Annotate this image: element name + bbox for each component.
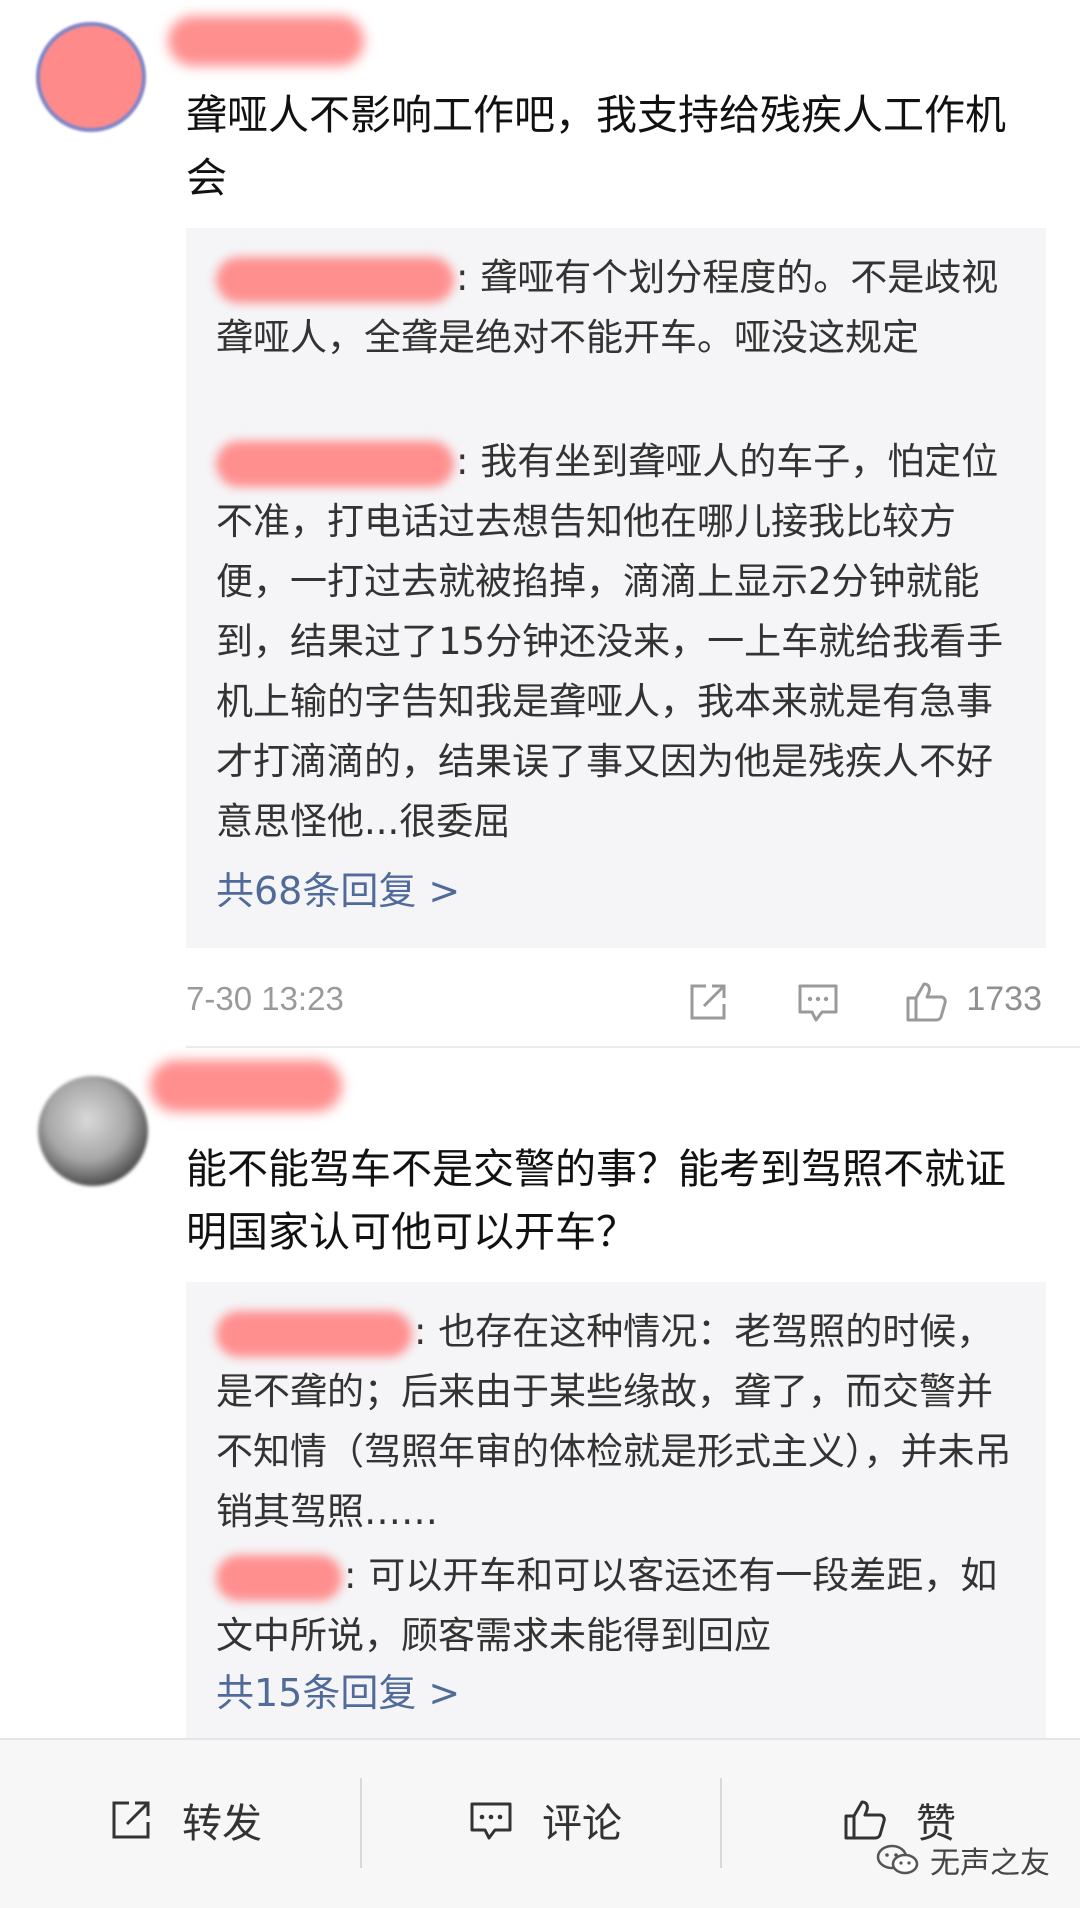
reply-item[interactable]: : 可以开车和可以客运还有一段差距，如文中所说，顾客需求未能得到回应	[216, 1546, 1024, 1666]
wechat-icon	[876, 1844, 919, 1875]
thumbs-up-icon	[844, 1800, 886, 1840]
thumbs-up-icon[interactable]	[904, 980, 948, 1024]
redacted-reply-author	[216, 440, 454, 487]
share-arrow-icon[interactable]	[686, 980, 730, 1024]
comment-text: 聋哑人不影响工作吧，我支持给残疾人工作机会	[186, 91, 1006, 202]
avatar[interactable]	[36, 22, 146, 132]
reply-item[interactable]: : 聋哑有个划分程度的。不是歧视聋哑人，全聋是绝对不能开车。哑没这规定	[216, 248, 1024, 368]
share-arrow-icon	[112, 1801, 150, 1839]
comment-divider	[186, 1046, 1080, 1048]
redacted-reply-author	[216, 1554, 342, 1601]
comment-time: 7-30 13:23	[186, 980, 344, 1017]
comment-text: 能不能驾车不是交警的事？能考到驾照不就证明国家认可他可以开车？	[186, 1145, 1006, 1256]
reply-box: : 也存在这种情况：老驾照的时候，是不聋的；后来由于某些缘故，聋了，而交警并不知…	[186, 1282, 1046, 1738]
reply-item[interactable]: : 我有坐到聋哑人的车子，怕定位不准，打电话过去想告知他在哪儿接我比较方便，一打…	[216, 432, 1024, 852]
bar-separator	[360, 1778, 362, 1868]
reply-item[interactable]: : 也存在这种情况：老驾照的时候，是不聋的；后来由于某些缘故，聋了，而交警并不知…	[216, 1302, 1024, 1542]
like-count: 1733	[966, 980, 1042, 1018]
watermark-text: 无声之友	[930, 1846, 1050, 1881]
comment-meta: 7-30 13:23 1733	[186, 972, 1046, 1032]
more-replies-link[interactable]: 共68条回复 >	[216, 864, 460, 918]
comment-bubble-icon[interactable]	[796, 980, 840, 1024]
redacted-reply-author	[216, 256, 454, 303]
redacted-username[interactable]	[150, 1060, 342, 1112]
comment-button[interactable]: 评论	[468, 1792, 622, 1848]
watermark: 无声之友	[876, 1838, 1050, 1882]
redacted-username[interactable]	[168, 16, 364, 66]
reply-text: : 我有坐到聋哑人的车子，怕定位不准，打电话过去想告知他在哪儿接我比较方便，一打…	[216, 440, 1004, 843]
comment-bubble-icon	[470, 1802, 512, 1840]
reply-box: : 聋哑有个划分程度的。不是歧视聋哑人，全聋是绝对不能开车。哑没这规定 : 我有…	[186, 228, 1046, 948]
redacted-reply-author	[216, 1310, 412, 1357]
repost-label: 转发	[182, 1801, 262, 1847]
avatar[interactable]	[38, 1076, 148, 1186]
repost-button[interactable]: 转发	[108, 1792, 262, 1848]
bar-separator	[720, 1778, 722, 1868]
more-replies-link[interactable]: 共15条回复 >	[216, 1666, 460, 1720]
comment-label: 评论	[542, 1801, 622, 1847]
bottom-action-bar: 转发 评论 赞 无声之友	[0, 1738, 1080, 1908]
